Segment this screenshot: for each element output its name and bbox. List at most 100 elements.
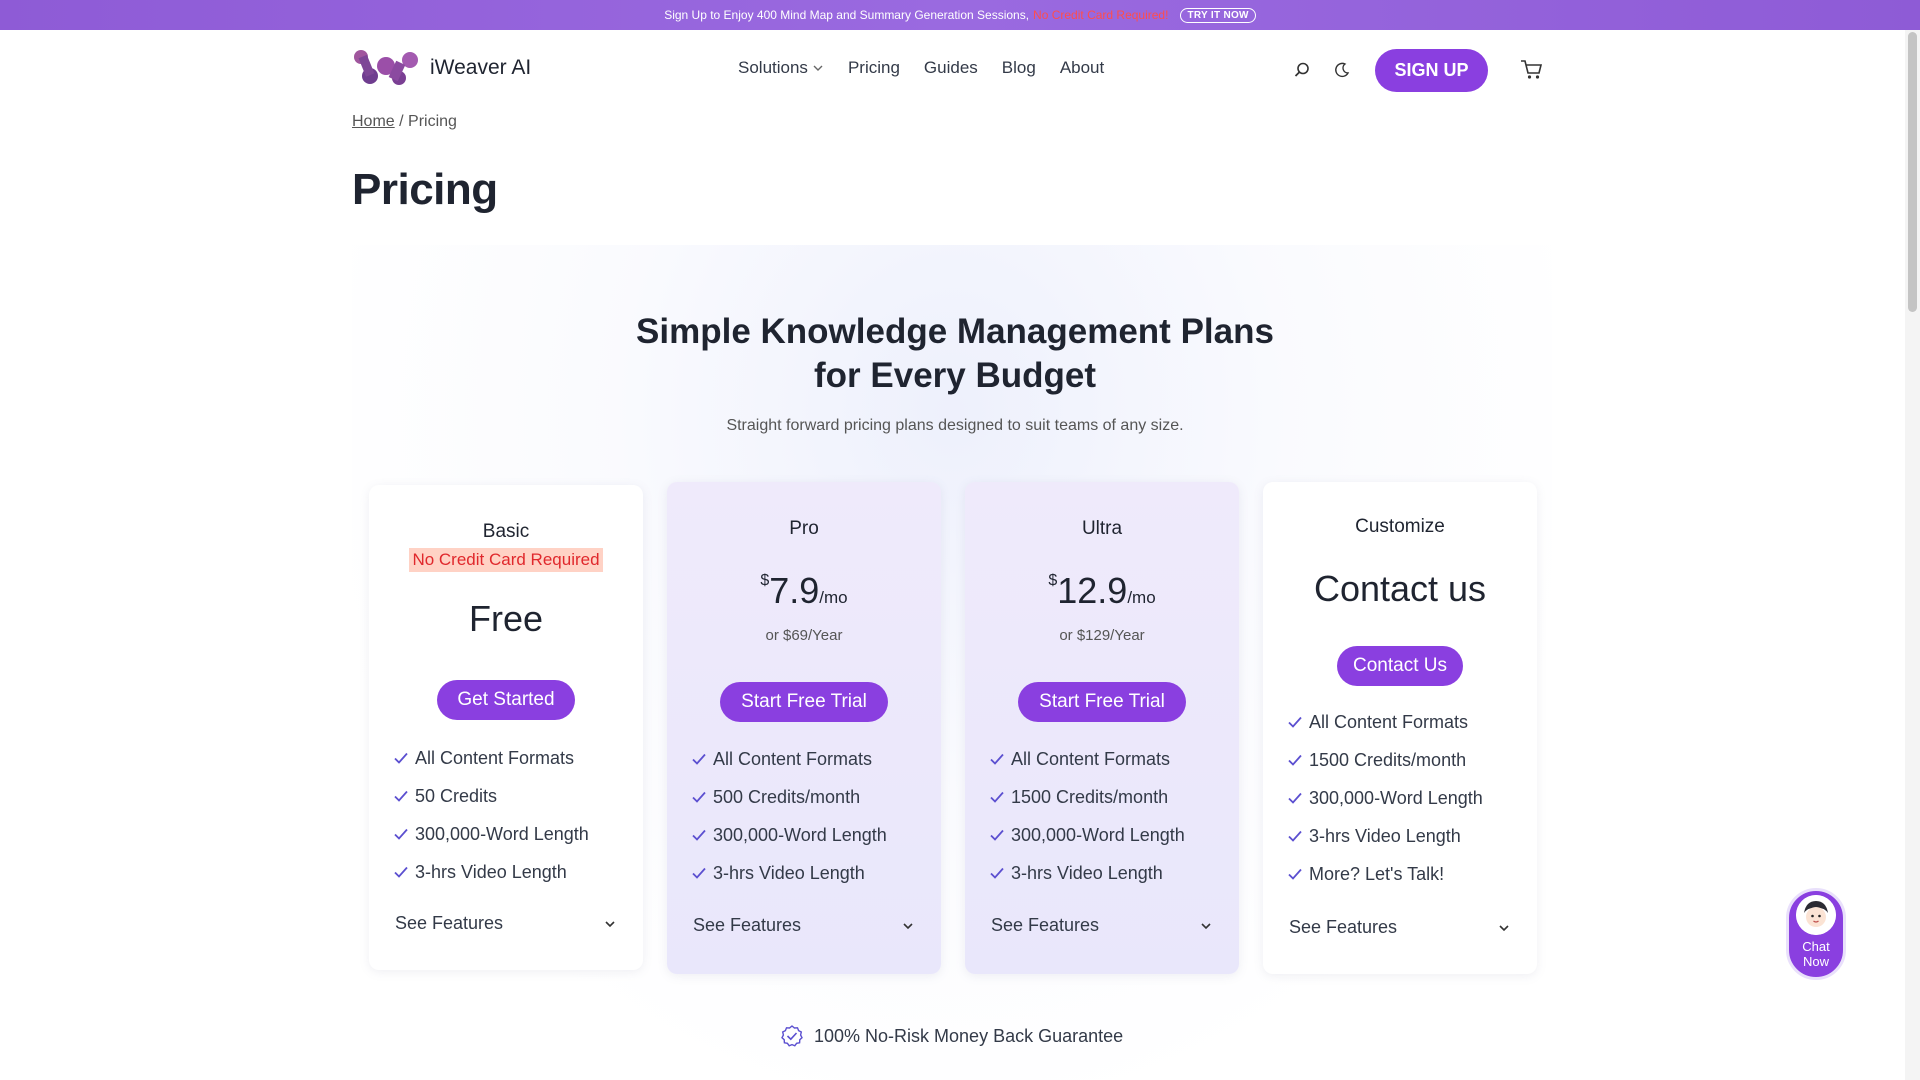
price-period: /mo: [819, 588, 848, 607]
check-icon: [1288, 830, 1302, 842]
page-title: Pricing: [352, 165, 498, 214]
list-item: 300,000-Word Length: [393, 815, 589, 853]
check-icon: [990, 867, 1004, 879]
list-item: 1500 Credits/month: [1287, 741, 1483, 779]
plan-name: Customize: [1355, 516, 1445, 537]
check-icon: [990, 791, 1004, 803]
nav-solutions-label: Solutions: [738, 58, 808, 77]
logo-text: iWeaver AI: [430, 56, 532, 79]
try-it-now-button[interactable]: TRY IT NOW: [1180, 7, 1256, 23]
feature-text: 3-hrs Video Length: [713, 862, 865, 883]
hero-title: Simple Knowledge Management Plans for Ev…: [560, 310, 1350, 398]
feature-list: All Content Formats 50 Credits 300,000-W…: [393, 739, 589, 891]
see-features-toggle[interactable]: See Features: [1289, 917, 1511, 938]
feature-text: More? Let's Talk!: [1309, 863, 1445, 884]
search-icon[interactable]: [1290, 58, 1314, 82]
list-item: More? Let's Talk!: [1287, 855, 1483, 893]
start-free-trial-button[interactable]: Start Free Trial: [1018, 682, 1186, 722]
check-icon: [692, 829, 706, 841]
list-item: All Content Formats: [1287, 703, 1483, 741]
breadcrumb-home[interactable]: Home: [352, 113, 395, 130]
feature-text: 300,000-Word Length: [713, 824, 887, 845]
contact-us-button[interactable]: Contact Us: [1337, 646, 1463, 686]
see-features-toggle[interactable]: See Features: [395, 913, 617, 934]
hero-title-line1: Simple Knowledge Management Plans: [636, 312, 1274, 351]
get-started-button[interactable]: Get Started: [437, 680, 575, 720]
list-item: 300,000-Word Length: [989, 816, 1185, 854]
check-icon: [692, 867, 706, 879]
promo-text: Sign Up to Enjoy 400 Mind Map and Summar…: [664, 8, 1030, 22]
price-currency: $: [1048, 572, 1058, 589]
feature-text: All Content Formats: [1011, 748, 1171, 769]
list-item: 1500 Credits/month: [989, 778, 1185, 816]
chat-label-line2: Now: [1802, 954, 1829, 969]
plan-card-pro: Pro $7.9/mo or $69/Year Start Free Trial…: [667, 482, 941, 974]
list-item: 3-hrs Video Length: [1287, 817, 1483, 855]
chat-now-button[interactable]: Chat Now: [1786, 888, 1846, 980]
feature-list: All Content Formats 1500 Credits/month 3…: [989, 740, 1185, 892]
check-icon: [990, 753, 1004, 765]
nav-solutions[interactable]: Solutions: [738, 58, 824, 78]
sign-up-button[interactable]: SIGN UP: [1375, 49, 1488, 92]
nav-pricing[interactable]: Pricing: [848, 58, 900, 78]
nav-about[interactable]: About: [1060, 58, 1104, 78]
logo[interactable]: iWeaver AI: [352, 48, 531, 88]
badge-check-icon: [781, 1025, 803, 1047]
plan-card-basic: Basic No Credit Card Required Free Get S…: [369, 485, 643, 970]
feature-text: 300,000-Word Length: [415, 823, 589, 844]
check-icon: [1288, 754, 1302, 766]
feature-text: 500 Credits/month: [713, 786, 861, 807]
list-item: All Content Formats: [989, 740, 1185, 778]
plan-price: $12.9/mo: [965, 570, 1239, 612]
feature-list: All Content Formats 500 Credits/month 30…: [691, 740, 887, 892]
yearly-price: or $69/Year: [765, 627, 843, 644]
feature-list: All Content Formats 1500 Credits/month 3…: [1287, 703, 1483, 893]
site-header: iWeaver AI Solutions Pricing Guides Blog…: [0, 30, 1905, 110]
see-features-label: See Features: [991, 915, 1100, 935]
list-item: 300,000-Word Length: [1287, 779, 1483, 817]
breadcrumb-current: Pricing: [408, 113, 457, 130]
list-item: All Content Formats: [691, 740, 887, 778]
main-nav: Solutions Pricing Guides Blog About: [738, 58, 1104, 78]
list-item: 300,000-Word Length: [691, 816, 887, 854]
dark-mode-icon[interactable]: [1330, 58, 1354, 82]
scrollbar-thumb[interactable]: [1908, 32, 1917, 312]
list-item: 3-hrs Video Length: [393, 853, 589, 891]
promo-highlight: No Credit Card Required!: [1033, 8, 1169, 22]
chevron-down-icon: [1201, 922, 1211, 929]
yearly-price: or $129/Year: [1059, 627, 1145, 644]
feature-text: 1500 Credits/month: [1309, 749, 1467, 770]
see-features-toggle[interactable]: See Features: [693, 915, 915, 936]
feature-text: 50 Credits: [415, 785, 498, 806]
feature-text: 3-hrs Video Length: [1011, 862, 1163, 883]
chevron-down-icon: [1499, 924, 1509, 931]
check-icon: [394, 828, 408, 840]
plan-name: Ultra: [1081, 518, 1123, 539]
nav-blog[interactable]: Blog: [1002, 58, 1036, 78]
feature-text: 3-hrs Video Length: [1309, 825, 1461, 846]
price-amount: 12.9: [1057, 570, 1128, 611]
check-icon: [394, 866, 408, 878]
start-free-trial-button[interactable]: Start Free Trial: [720, 682, 888, 722]
plan-card-customize: Customize Contact us Contact Us All Cont…: [1263, 482, 1537, 974]
plan-price: $7.9/mo: [667, 570, 941, 612]
plan-price: Free: [468, 598, 544, 639]
feature-text: All Content Formats: [415, 747, 575, 768]
money-back-guarantee: 100% No-Risk Money Back Guarantee: [780, 1024, 1123, 1048]
list-item: 3-hrs Video Length: [989, 854, 1185, 892]
check-icon: [692, 791, 706, 803]
chevron-down-icon: [903, 922, 913, 929]
list-item: 50 Credits: [393, 777, 589, 815]
breadcrumb-separator: /: [399, 113, 404, 130]
price-amount: 7.9: [769, 570, 820, 611]
guarantee-text: 100% No-Risk Money Back Guarantee: [814, 1025, 1124, 1046]
check-icon: [394, 790, 408, 802]
plan-price: Contact us: [1313, 568, 1487, 609]
plan-name: Pro: [789, 518, 819, 539]
feature-text: 300,000-Word Length: [1011, 824, 1185, 845]
nav-guides[interactable]: Guides: [924, 58, 978, 78]
feature-text: All Content Formats: [1309, 711, 1469, 732]
see-features-toggle[interactable]: See Features: [991, 915, 1213, 936]
cart-icon[interactable]: [1520, 58, 1544, 82]
feature-text: 300,000-Word Length: [1309, 787, 1483, 808]
